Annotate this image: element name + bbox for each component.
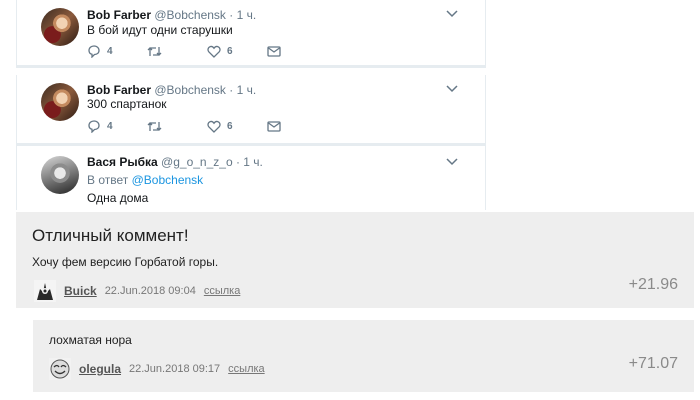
comment-text: Хочу фем версию Горбатой горы. <box>32 255 219 269</box>
heart-icon <box>207 120 221 133</box>
tweet-text: Одна дома <box>87 191 149 205</box>
comment-title: Отличный коммент! <box>32 226 189 245</box>
retweet-icon <box>147 47 162 56</box>
tweet-border-right <box>485 75 486 143</box>
reply-count: 4 <box>107 46 113 57</box>
chevron-down-icon[interactable] <box>446 9 458 19</box>
avatar[interactable] <box>41 156 79 194</box>
message-action[interactable] <box>267 45 281 57</box>
tweet-border-right <box>485 0 486 65</box>
retweet-action[interactable] <box>147 45 162 58</box>
author-name[interactable]: Bob Farber <box>87 83 151 97</box>
envelope-icon <box>267 121 281 132</box>
reply-icon <box>88 120 100 133</box>
comment-username[interactable]: olegula <box>79 362 121 376</box>
avatar[interactable] <box>41 83 79 121</box>
tweet-text: В бой идут одни старушки <box>87 23 233 37</box>
like-action[interactable]: 6 <box>207 45 233 58</box>
comment: Отличный коммент! Хочу фем версию Горбат… <box>16 212 694 308</box>
tweet-1[interactable]: Bob Farber @Bobchensk · 1 ч. В бой идут … <box>16 0 486 68</box>
comment-meta: olegula 22.Jun.2018 09:17 ссылка <box>49 358 265 380</box>
tweet-3[interactable]: Вася Рыбка @g_o_n_z_o · 1 ч. В ответ @Bo… <box>16 146 486 210</box>
tweet-header: Вася Рыбка @g_o_n_z_o · 1 ч. <box>87 155 263 169</box>
tweet-2[interactable]: Bob Farber @Bobchensk · 1 ч. 300 спартан… <box>16 75 486 146</box>
tweet-border-left <box>16 75 17 143</box>
comment-score: +71.07 <box>628 355 678 372</box>
reply-action[interactable]: 4 <box>87 45 113 58</box>
retweet-icon <box>147 122 162 131</box>
tweet-header: Bob Farber @Bobchensk · 1 ч. <box>87 8 256 22</box>
tweet-border-left <box>16 0 17 65</box>
author-name[interactable]: Вася Рыбка <box>87 155 158 169</box>
chevron-down-icon[interactable] <box>446 157 458 167</box>
chevron-down-icon[interactable] <box>446 84 458 94</box>
message-action[interactable] <box>267 120 281 132</box>
comment-link[interactable]: ссылка <box>228 363 265 375</box>
reply-mention-link[interactable]: @Bobchensk <box>132 173 204 187</box>
reply-icon <box>88 45 100 58</box>
comment-reply: лохматая нора olegula 22.Jun.2018 09:17 … <box>33 320 694 392</box>
heart-icon <box>207 45 221 58</box>
like-count: 6 <box>227 46 233 57</box>
comment-text: лохматая нора <box>49 333 132 347</box>
reply-count: 4 <box>107 121 113 132</box>
author-name[interactable]: Bob Farber <box>87 8 151 22</box>
tweet-border-right <box>485 146 486 210</box>
retweet-action[interactable] <box>147 120 162 133</box>
comment-username[interactable]: Buick <box>64 284 97 298</box>
like-action[interactable]: 6 <box>207 120 233 133</box>
tweet-separator <box>16 65 486 68</box>
reply-prefix: В ответ <box>87 173 129 187</box>
tweet-header: Bob Farber @Bobchensk · 1 ч. <box>87 83 256 97</box>
comment-date: 22.Jun.2018 09:04 <box>104 285 196 297</box>
comment-date: 22.Jun.2018 09:17 <box>129 363 221 375</box>
user-avatar-icon[interactable] <box>49 358 71 380</box>
like-count: 6 <box>227 121 233 132</box>
tweet-text: 300 спартанок <box>87 97 167 111</box>
comment-link[interactable]: ссылка <box>204 285 241 297</box>
reply-context: В ответ @Bobchensk <box>87 173 203 187</box>
comment-meta: Buick 22.Jun.2018 09:04 ссылка <box>34 280 240 302</box>
avatar[interactable] <box>41 8 79 46</box>
author-handle[interactable]: @Bobchensk · 1 ч. <box>154 83 256 97</box>
tweet-border-left <box>16 146 17 210</box>
comment-score: +21.96 <box>628 276 678 293</box>
reply-action[interactable]: 4 <box>87 120 113 133</box>
envelope-icon <box>267 46 281 57</box>
author-handle[interactable]: @Bobchensk · 1 ч. <box>154 8 256 22</box>
author-handle[interactable]: @g_o_n_z_o · 1 ч. <box>161 155 263 169</box>
user-avatar-icon[interactable] <box>34 280 56 302</box>
